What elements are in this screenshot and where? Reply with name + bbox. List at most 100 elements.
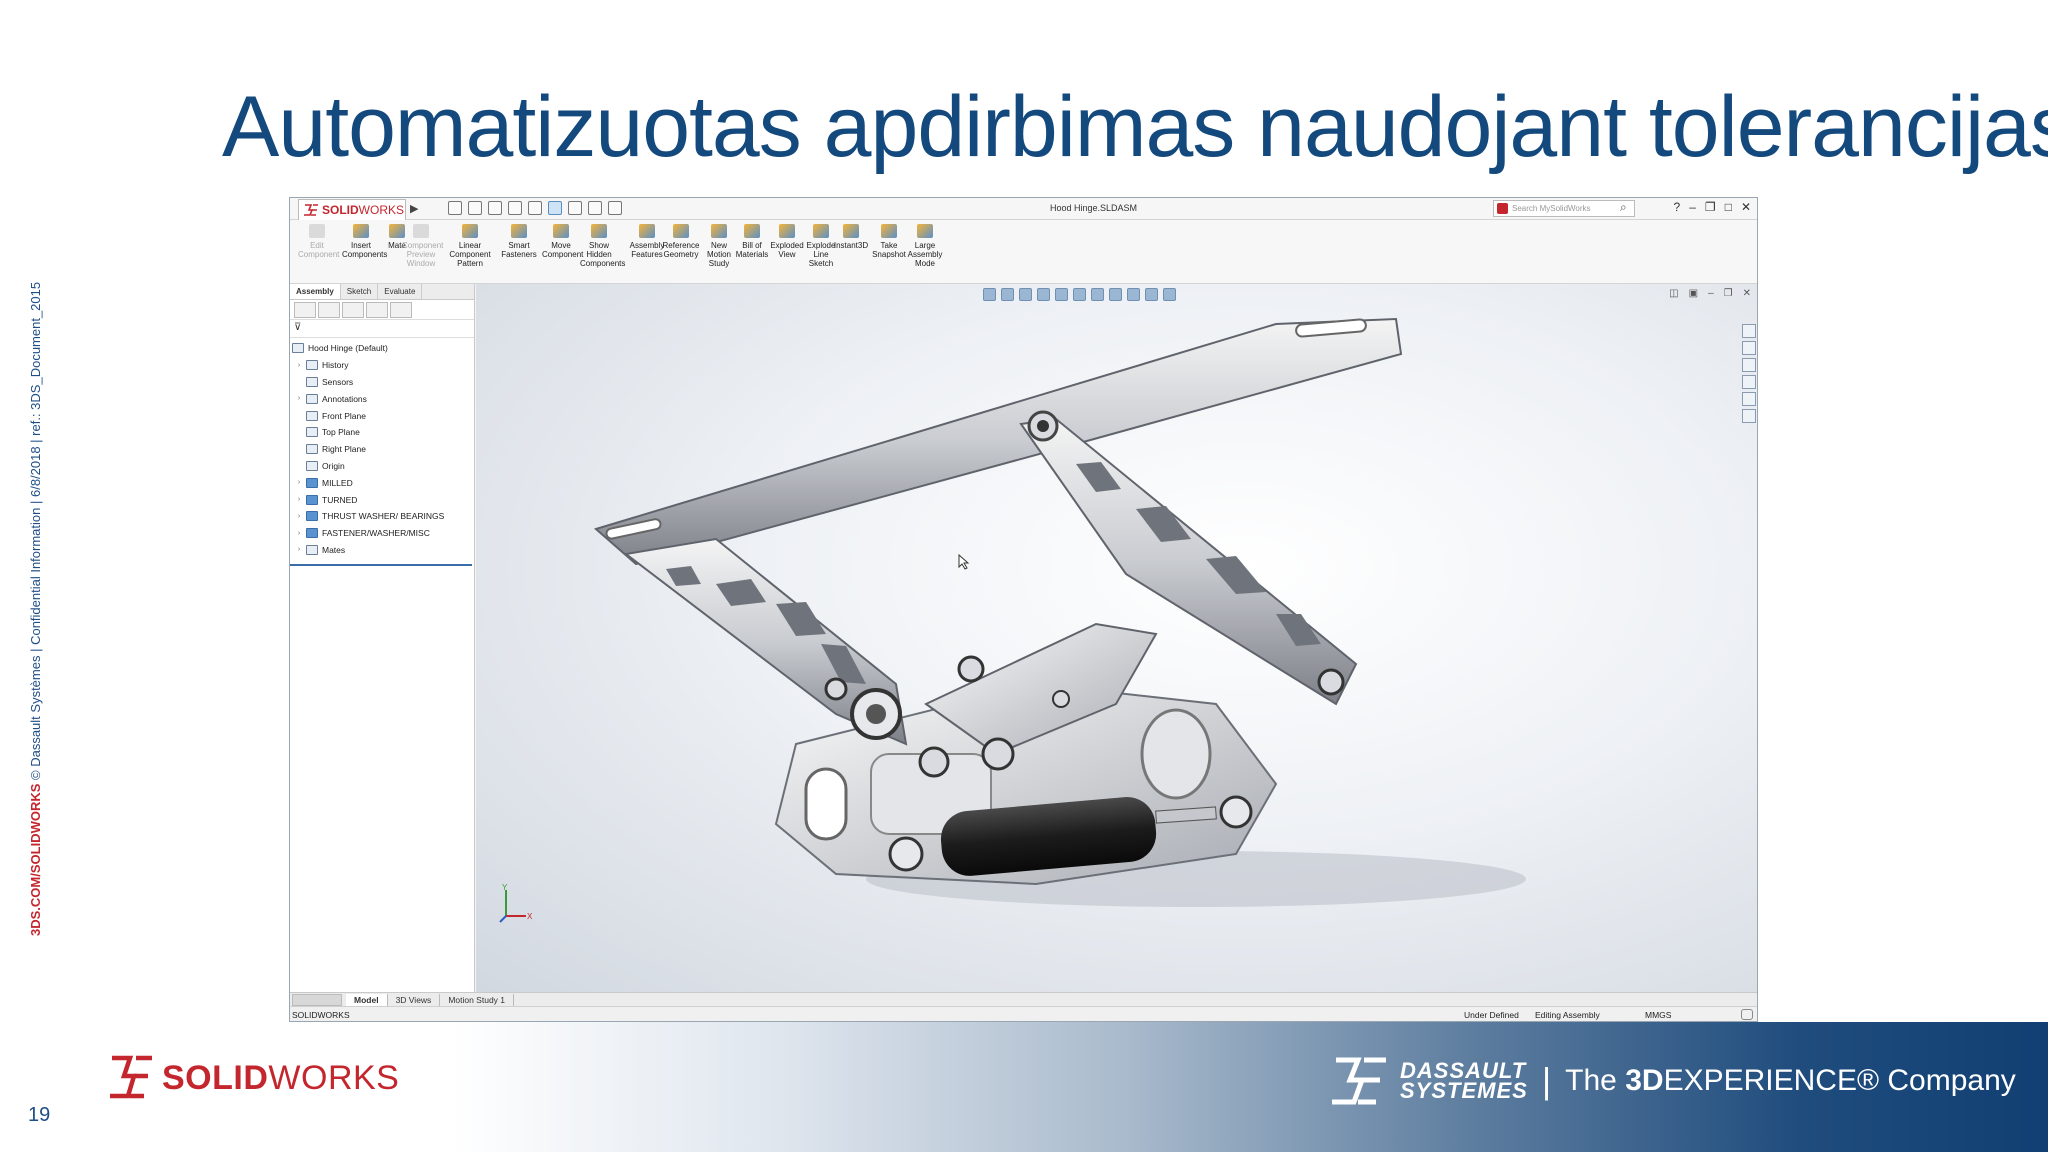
expand-arrow-icon[interactable]: › — [292, 395, 306, 402]
tree-item[interactable]: › History — [290, 357, 474, 374]
tree-item[interactable]: › FASTENER/WASHER/MISC — [290, 525, 474, 542]
feature-tree: Hood Hinge (Default) › History Sensors › Anno… — [290, 338, 474, 560]
featuremanager-tab-icon[interactable] — [294, 301, 316, 318]
tree-item[interactable]: Front Plane — [290, 407, 474, 424]
tree-item[interactable]: › MILLED — [290, 474, 474, 491]
view-palette-icon[interactable] — [1742, 375, 1756, 389]
filter-icon[interactable]: ⊽ — [294, 322, 301, 333]
solidworks-logo: SOLIDWORKS — [108, 1052, 399, 1104]
footer-separator: | — [1541, 1060, 1552, 1101]
tree-item[interactable]: Origin — [290, 458, 474, 475]
plane-icon — [306, 444, 318, 455]
solidworks-menu-button[interactable]: SOLIDWORKS — [298, 199, 406, 221]
ribbon-insert-components-icon — [353, 224, 369, 238]
tree-filter[interactable]: ⊽ — [290, 320, 474, 338]
units-selector[interactable]: MMGS — [1645, 1010, 1671, 1020]
ribbon-button-linear-component-pattern[interactable]: Linear Component Pattern — [442, 224, 498, 268]
ribbon-button-bill-of-materials[interactable]: Bill of Materials — [733, 224, 771, 259]
file-explorer-icon[interactable] — [1742, 358, 1756, 372]
command-tab-sketch[interactable]: Sketch — [341, 284, 379, 299]
panel-tabs — [290, 300, 474, 320]
document-title: Hood Hinge.SLDASM — [1050, 203, 1138, 213]
ribbon-button-assembly-features[interactable]: Assembly Features — [628, 224, 666, 259]
folder-icon — [306, 494, 318, 505]
ribbon-button-component-preview-window[interactable]: Component Preview Window — [402, 224, 443, 268]
maximize-icon[interactable]: □ — [1725, 200, 1732, 214]
ribbon-button-instant3d[interactable]: Instant3D — [832, 224, 870, 250]
tree-item-label: Mates — [322, 544, 346, 555]
solidworks-resources-icon[interactable] — [1742, 324, 1756, 338]
side-legal-text: 3DS.COM/SOLIDWORKS © Dassault Systèmes |… — [28, 282, 43, 936]
tree-item[interactable]: Sensors — [290, 374, 474, 391]
footer-logo-bold: SOLID — [162, 1058, 269, 1097]
rebuild-icon[interactable] — [568, 201, 582, 215]
restore-icon[interactable]: ❐ — [1705, 200, 1716, 214]
ribbon-button-reference-geometry[interactable]: Reference Geometry — [662, 224, 700, 259]
expand-arrow-icon[interactable]: › — [292, 479, 306, 486]
bracket-slot — [804, 767, 848, 841]
new-document-icon[interactable] — [448, 201, 462, 215]
select-cursor-icon[interactable] — [548, 201, 562, 215]
task-pane-tabs — [1742, 324, 1757, 423]
display-manager-tab-icon[interactable] — [390, 301, 412, 318]
ribbon-button-label: Move Component — [542, 241, 584, 259]
origin-icon — [306, 460, 318, 471]
bracket-hole — [1140, 708, 1212, 800]
ribbon-button-take-snapshot[interactable]: Take Snapshot — [870, 224, 908, 259]
rollback-bar[interactable] — [290, 564, 472, 567]
bottom-tab-motion-study-1[interactable]: Motion Study 1 — [440, 993, 515, 1006]
bottom-tab-model[interactable]: Model — [346, 993, 388, 1006]
menu-expand-icon[interactable]: ▶ — [410, 202, 418, 215]
file-properties-icon[interactable] — [588, 201, 602, 215]
tagline-rest: EXPERIENCE® Company — [1663, 1064, 2016, 1097]
ribbon-button-label: Bill of Materials — [735, 241, 769, 259]
print-icon[interactable] — [508, 201, 522, 215]
command-tab-assembly[interactable]: Assembly — [290, 284, 341, 299]
ribbon-button-exploded-view[interactable]: Exploded View — [768, 224, 806, 259]
dimxpert-tab-icon[interactable] — [366, 301, 388, 318]
ribbon-button-move-component[interactable]: Move Component — [542, 224, 584, 259]
custom-properties-icon[interactable] — [1742, 409, 1756, 423]
ribbon-button-show-hidden-components[interactable]: Show Hidden Components — [580, 224, 625, 268]
tree-item[interactable]: Right Plane — [290, 441, 474, 458]
minimize-icon[interactable]: – — [1689, 200, 1696, 214]
open-icon[interactable] — [468, 201, 482, 215]
tree-item[interactable]: › TURNED — [290, 491, 474, 508]
search-magnifier-icon[interactable]: ⌕ — [1620, 200, 1627, 215]
ribbon-button-smart-fasteners[interactable]: Smart Fasteners — [500, 224, 538, 259]
bottom-tab-3d-views[interactable]: 3D Views — [388, 993, 441, 1006]
expand-arrow-icon[interactable]: › — [292, 362, 306, 369]
save-icon[interactable] — [488, 201, 502, 215]
appearances-icon[interactable] — [1742, 392, 1756, 406]
bottom-tabs: Model 3D Views Motion Study 1 — [346, 993, 515, 1006]
command-tabs: Assembly Sketch Evaluate — [290, 284, 474, 300]
expand-arrow-icon[interactable]: › — [292, 530, 306, 537]
help-icon[interactable]: ? — [1674, 200, 1681, 214]
expand-arrow-icon[interactable]: › — [292, 546, 306, 553]
rebuild-status-icon[interactable] — [1741, 1009, 1753, 1020]
ribbon-reference-geometry-icon — [673, 224, 689, 238]
expand-arrow-icon[interactable]: › — [292, 513, 306, 520]
design-library-icon[interactable] — [1742, 341, 1756, 355]
ribbon-show-hidden-components-icon — [591, 224, 607, 238]
tree-item[interactable]: Top Plane — [290, 424, 474, 441]
tree-item[interactable]: › Mates — [290, 542, 474, 559]
undo-icon[interactable] — [528, 201, 542, 215]
tab-scroll-arrows[interactable] — [292, 993, 342, 1006]
tree-item[interactable]: Hood Hinge (Default) — [290, 340, 474, 357]
tree-item[interactable]: › THRUST WASHER/ BEARINGS — [290, 508, 474, 525]
status-definition: Under Defined — [1464, 1010, 1519, 1020]
tree-item[interactable]: › Annotations — [290, 390, 474, 407]
ribbon-button-edit-component[interactable]: Edit Component — [298, 224, 339, 259]
options-gear-icon[interactable] — [608, 201, 622, 215]
expand-arrow-icon[interactable]: › — [292, 496, 306, 503]
graphics-area[interactable]: ◫ ▣ – ❐ ✕ Y X — [476, 284, 1757, 992]
search-mysolidworks-input[interactable]: Search MySolidWorks — [1493, 200, 1635, 217]
close-icon[interactable]: ✕ — [1741, 200, 1751, 214]
command-tab-evaluate[interactable]: Evaluate — [378, 284, 423, 299]
propertymanager-tab-icon[interactable] — [318, 301, 340, 318]
configurationmanager-tab-icon[interactable] — [342, 301, 364, 318]
tree-item-label: Right Plane — [322, 444, 366, 455]
ribbon-button-insert-components[interactable]: Insert Components — [342, 224, 387, 259]
ribbon-button-large-assembly-mode[interactable]: Large Assembly Mode — [906, 224, 944, 268]
